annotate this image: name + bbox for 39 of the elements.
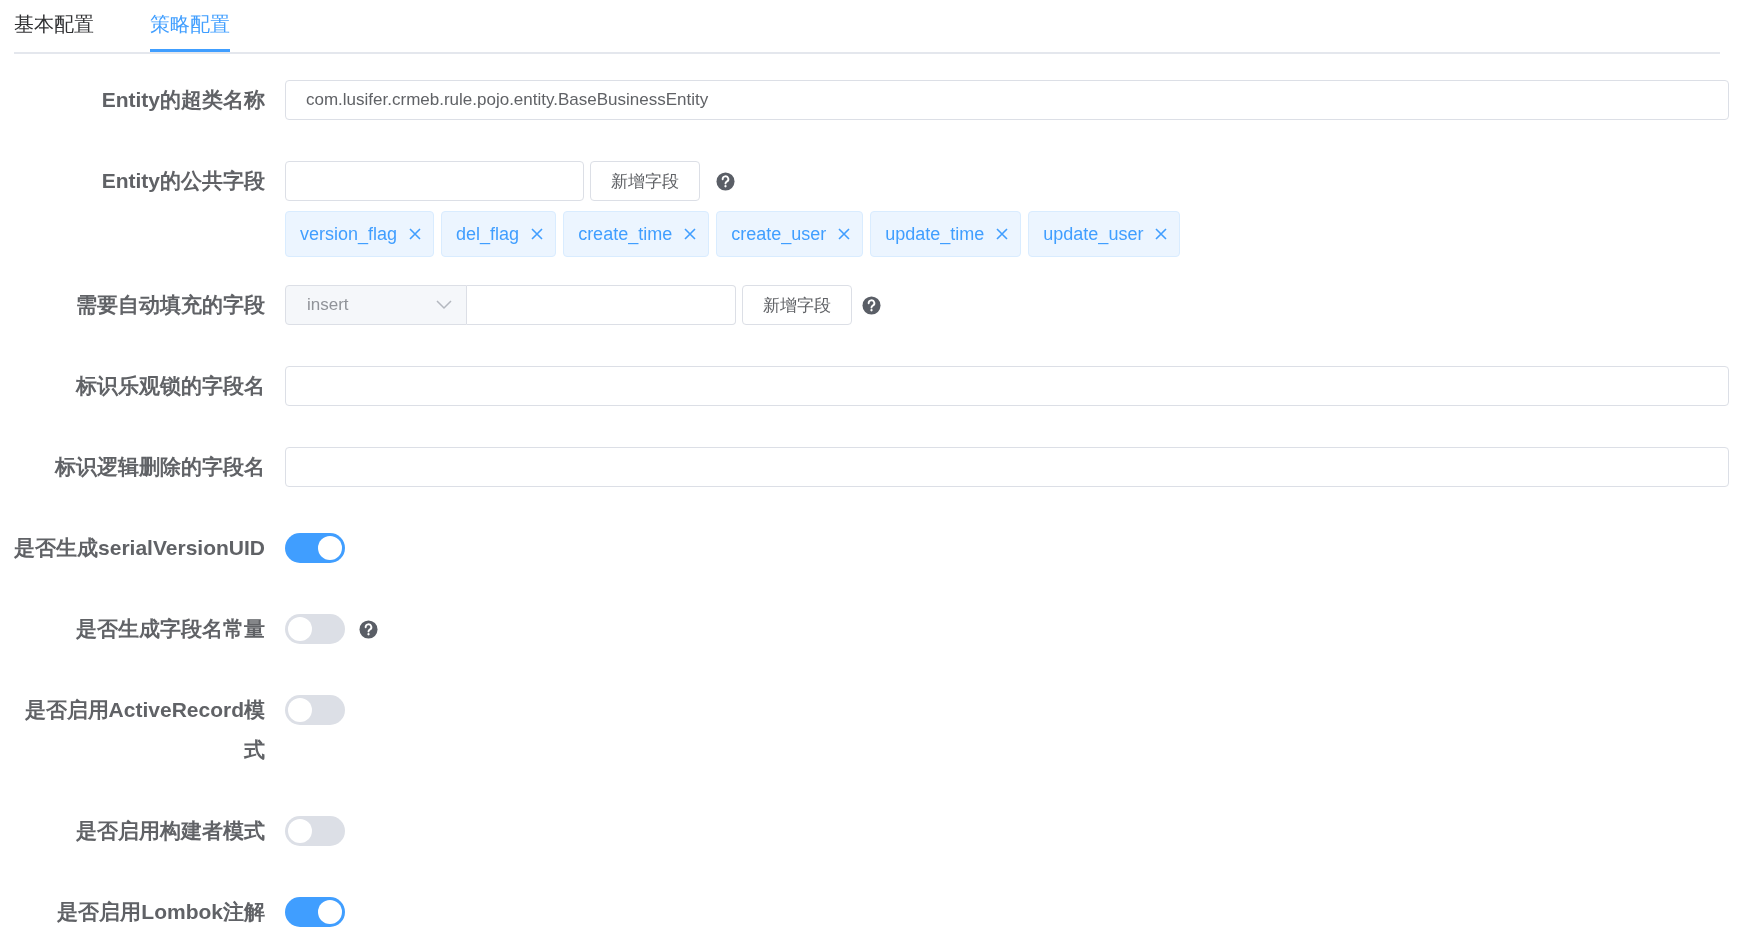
field-label: 标识乐观锁的字段名 [76, 374, 265, 397]
field-label: Entity的超类名称 [101, 88, 265, 111]
input-field[interactable] [285, 161, 584, 201]
close-icon[interactable] [838, 228, 851, 240]
close-icon[interactable] [684, 228, 697, 240]
toggle-switch[interactable] [285, 816, 345, 846]
field-label: 是否生成serialVersionUID [14, 536, 265, 559]
help-icon[interactable] [862, 295, 881, 315]
add-field-button[interactable]: 新增字段 [742, 285, 852, 325]
input-field[interactable] [285, 366, 1729, 406]
field-label: 是否生成字段名常量 [76, 617, 265, 640]
field-label: Entity的公共字段 [101, 169, 265, 192]
field-label: 需要自动填充的字段 [76, 293, 265, 316]
close-icon[interactable] [409, 228, 422, 240]
help-icon[interactable] [359, 619, 378, 639]
close-icon[interactable] [1155, 228, 1168, 240]
close-icon[interactable] [996, 228, 1009, 240]
add-field-button[interactable]: 新增字段 [590, 161, 700, 201]
tab[interactable]: 基本配置 [14, 0, 94, 52]
close-icon[interactable] [531, 228, 544, 240]
field-label: 是否启用Lombok注解 [57, 900, 265, 923]
input-field[interactable] [467, 285, 736, 325]
toggle-switch[interactable] [285, 695, 345, 725]
toggle-switch[interactable] [285, 897, 345, 927]
field-tag: create_time [563, 211, 710, 257]
field-label: 是否启用构建者模式 [76, 819, 265, 842]
field-label: 是否启用ActiveRecord模式 [24, 698, 265, 761]
toggle-switch[interactable] [285, 533, 345, 563]
help-icon[interactable] [716, 171, 735, 191]
input-field[interactable]: com.lusifer.crmeb.rule.pojo.entity.BaseBusinessEntity [285, 80, 1729, 120]
field-tag: update_user [1028, 211, 1181, 257]
input-field[interactable] [285, 447, 1729, 487]
field-tag: create_user [716, 211, 864, 257]
field-tag: version_flag [285, 211, 435, 257]
chevron-down-icon [436, 300, 452, 310]
toggle-switch[interactable] [285, 614, 345, 644]
field-tag: del_flag [441, 211, 557, 257]
field-label: 标识逻辑删除的字段名 [55, 455, 265, 478]
field-tag: update_time [870, 211, 1022, 257]
